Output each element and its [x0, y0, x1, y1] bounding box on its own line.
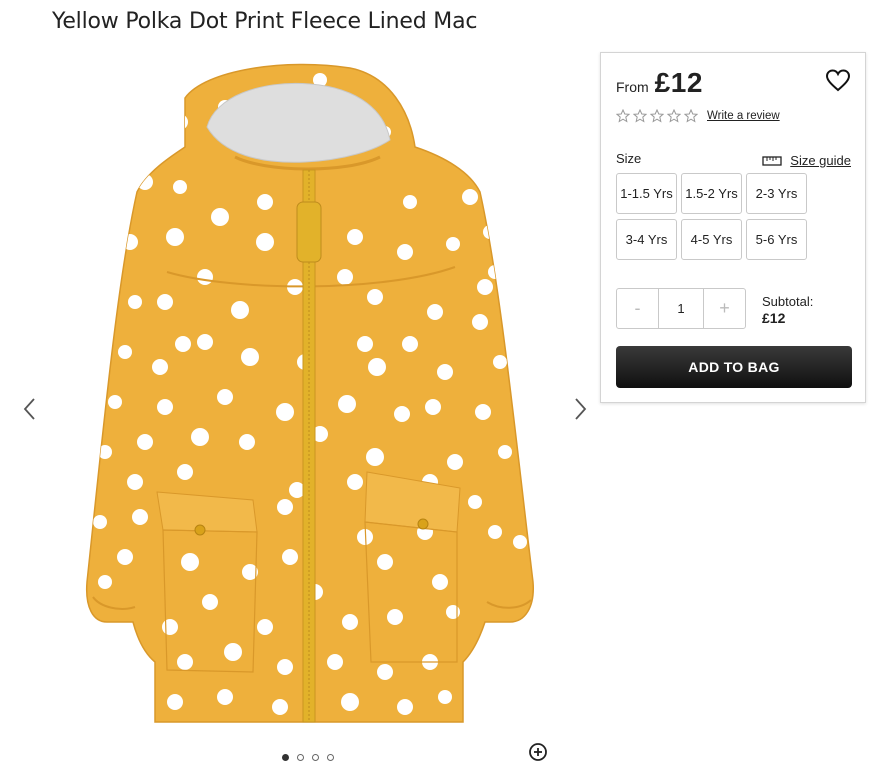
quantity-decrement-button[interactable]: -	[617, 289, 658, 328]
size-guide-label: Size guide	[790, 153, 851, 168]
chevron-right-icon	[575, 398, 587, 420]
size-label: Size	[616, 151, 642, 166]
yellow-polka-dot-mac-image	[85, 63, 534, 723]
write-review-link[interactable]: Write a review	[707, 110, 780, 122]
size-option[interactable]: 2-3 Yrs	[746, 173, 807, 214]
subtotal-label: Subtotal:	[762, 294, 814, 309]
price-value: £12	[654, 67, 703, 98]
star-icon	[684, 109, 698, 123]
size-option[interactable]: 3-4 Yrs	[616, 219, 677, 260]
size-options: 1-1.5 Yrs 1.5-2 Yrs 2-3 Yrs 3-4 Yrs 4-5 …	[616, 173, 807, 260]
size-option[interactable]: 5-6 Yrs	[746, 219, 807, 260]
quantity-stepper: - +	[616, 288, 746, 329]
size-option[interactable]: 4-5 Yrs	[681, 219, 742, 260]
subtotal-value: £12	[762, 310, 786, 326]
product-title: Yellow Polka Dot Print Fleece Lined Mac	[52, 9, 478, 34]
price-row: From £12	[616, 67, 703, 99]
zoom-in-icon	[529, 743, 547, 761]
zoom-button[interactable]	[528, 742, 548, 762]
star-icon	[650, 109, 664, 123]
gallery-prev-button[interactable]	[20, 396, 40, 422]
size-option[interactable]: 1.5-2 Yrs	[681, 173, 742, 214]
purchase-panel: From £12 Write a review Size Size guide …	[600, 52, 866, 403]
heart-icon	[825, 69, 851, 92]
star-icon	[633, 109, 647, 123]
quantity-increment-button[interactable]: +	[704, 289, 745, 328]
wishlist-button[interactable]	[825, 68, 851, 94]
product-image[interactable]	[85, 62, 545, 760]
rating-row: Write a review	[616, 109, 780, 123]
gallery-next-button[interactable]	[570, 396, 590, 422]
ruler-icon	[762, 155, 782, 166]
from-label: From	[616, 79, 649, 95]
size-guide-link[interactable]: Size guide	[762, 153, 851, 168]
size-option[interactable]: 1-1.5 Yrs	[616, 173, 677, 214]
subtotal: Subtotal: £12	[762, 293, 813, 327]
star-icon	[616, 109, 630, 123]
chevron-left-icon	[23, 398, 35, 420]
quantity-input[interactable]	[658, 289, 704, 328]
add-to-bag-button[interactable]: ADD TO BAG	[616, 346, 852, 388]
star-icon	[667, 109, 681, 123]
